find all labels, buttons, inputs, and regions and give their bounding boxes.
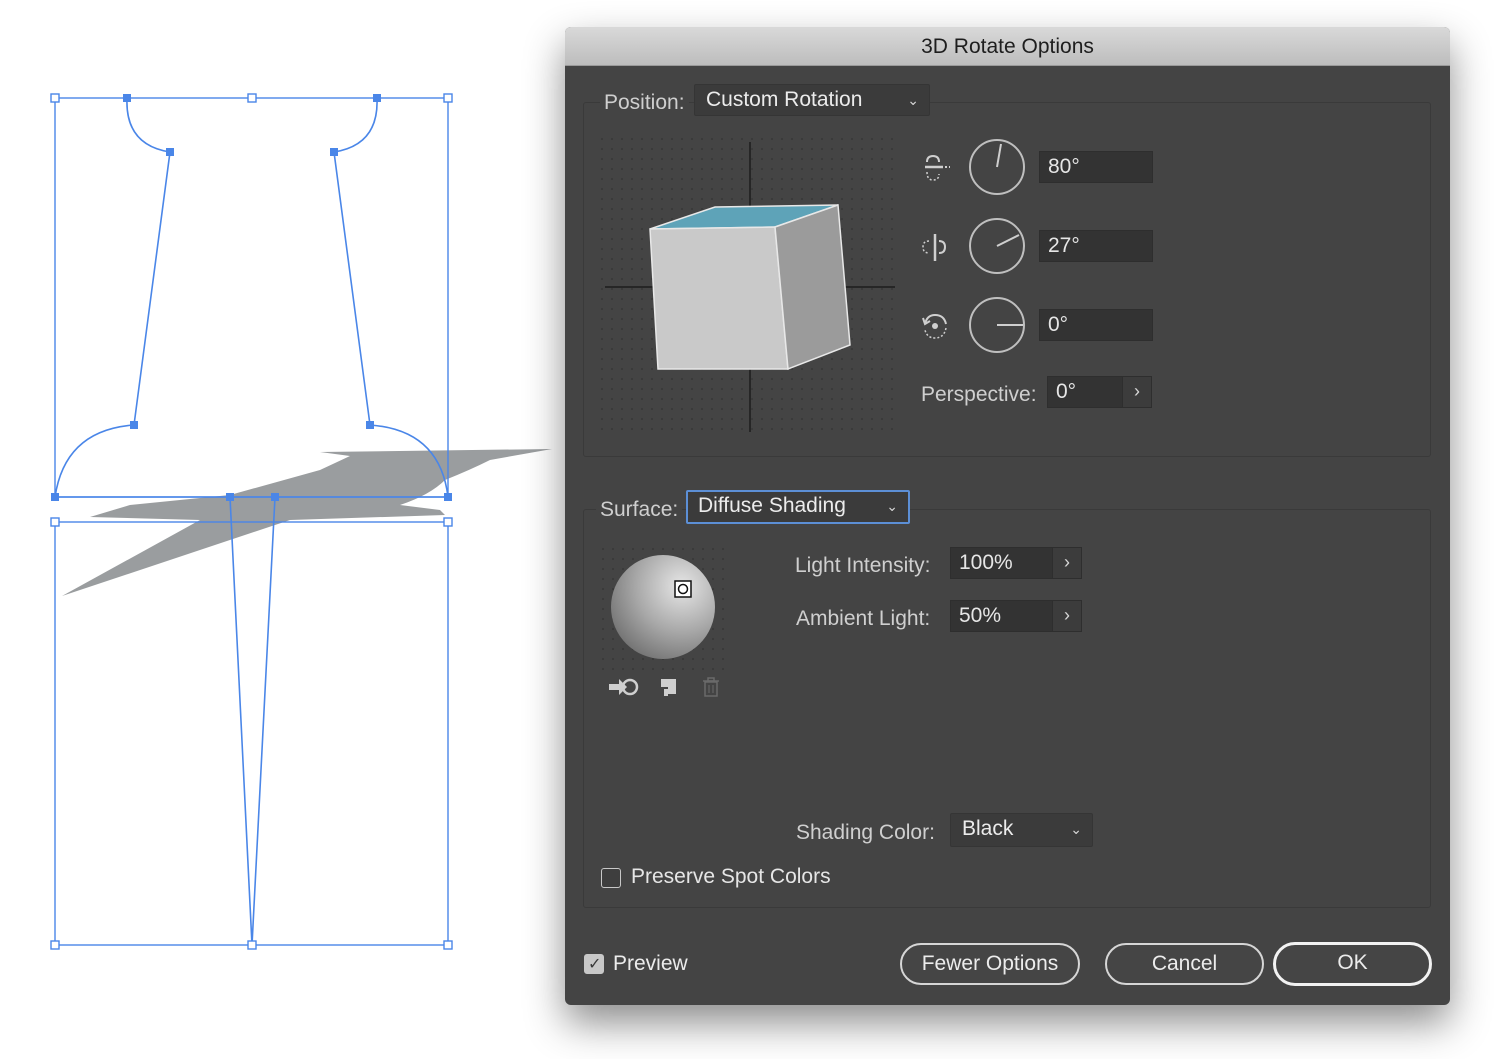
chevron-down-icon: ⌄ xyxy=(907,92,919,108)
preserve-spot-colors-label: Preserve Spot Colors xyxy=(631,865,831,888)
chevron-right-icon: › xyxy=(1064,552,1070,572)
preview-label: Preview xyxy=(613,952,688,975)
dialog-titlebar[interactable]: 3D Rotate Options xyxy=(565,27,1450,66)
z-axis-rotation-icon xyxy=(922,313,947,339)
ambient-light-input[interactable]: 50% xyxy=(950,600,1053,632)
preview-checkbox[interactable]: ✓ xyxy=(584,954,604,974)
shading-color-dropdown[interactable]: Black ⌄ xyxy=(950,813,1093,847)
position-label: Position: xyxy=(600,91,689,115)
x-dial-indicator xyxy=(996,143,1002,168)
delete-light-icon[interactable] xyxy=(699,675,723,699)
chevron-down-icon: ⌄ xyxy=(886,498,898,514)
z-rotation-dial[interactable] xyxy=(969,297,1025,353)
ok-button[interactable]: OK xyxy=(1273,942,1432,986)
perspective-input[interactable]: 0° xyxy=(1047,376,1123,408)
y-rotation-dial[interactable] xyxy=(969,218,1025,274)
cube-side-face xyxy=(774,203,851,371)
checkmark-icon: ✓ xyxy=(588,956,602,973)
y-axis-rotation-icon xyxy=(922,234,947,261)
chevron-down-icon: ⌄ xyxy=(1070,821,1082,837)
perspective-label: Perspective: xyxy=(921,383,1037,406)
lighting-sphere-preview[interactable] xyxy=(601,547,725,671)
light-intensity-input[interactable]: 100% xyxy=(950,547,1053,579)
z-rotation-input[interactable]: 0° xyxy=(1039,309,1153,341)
y-dial-indicator xyxy=(996,234,1020,247)
chevron-right-icon: › xyxy=(1064,605,1070,625)
chevron-right-icon: › xyxy=(1134,381,1140,401)
ambient-light-slider-toggle[interactable]: › xyxy=(1052,600,1082,632)
move-light-to-back-icon[interactable] xyxy=(607,675,639,699)
new-light-icon[interactable] xyxy=(656,675,680,699)
dialog-title: 3D Rotate Options xyxy=(921,35,1094,58)
x-rotation-dial[interactable] xyxy=(969,139,1025,195)
surface-dropdown[interactable]: Diffuse Shading ⌄ xyxy=(686,490,910,524)
anchor-points[interactable] xyxy=(51,94,452,501)
x-axis-rotation-icon xyxy=(925,154,950,181)
cube-front-face xyxy=(649,226,789,370)
3d-rotate-options-dialog: 3D Rotate Options Position: Custom Rotat… xyxy=(565,27,1450,1005)
position-dropdown-value: Custom Rotation xyxy=(706,88,863,111)
light-intensity-slider-toggle[interactable]: › xyxy=(1052,547,1082,579)
position-dropdown[interactable]: Custom Rotation ⌄ xyxy=(694,84,930,116)
ambient-light-label: Ambient Light: xyxy=(796,607,931,630)
y-rotation-input[interactable]: 27° xyxy=(1039,230,1153,262)
light-intensity-label: Light Intensity: xyxy=(795,554,931,577)
x-rotation-input[interactable]: 80° xyxy=(1039,151,1153,183)
shading-color-label: Shading Color: xyxy=(796,821,935,844)
fewer-options-button[interactable]: Fewer Options xyxy=(900,943,1080,985)
shading-color-value: Black xyxy=(962,817,1014,840)
surface-dropdown-value: Diffuse Shading xyxy=(698,494,846,517)
surface-label: Surface: xyxy=(596,498,683,522)
preserve-spot-colors-checkbox[interactable] xyxy=(601,868,621,888)
bounding-box[interactable] xyxy=(54,97,449,946)
z-dial-indicator xyxy=(997,324,1023,326)
perspective-slider-toggle[interactable]: › xyxy=(1122,376,1152,408)
cancel-button[interactable]: Cancel xyxy=(1105,943,1264,985)
light-source-handle[interactable] xyxy=(674,580,692,598)
rotation-track-cube[interactable] xyxy=(600,137,900,437)
